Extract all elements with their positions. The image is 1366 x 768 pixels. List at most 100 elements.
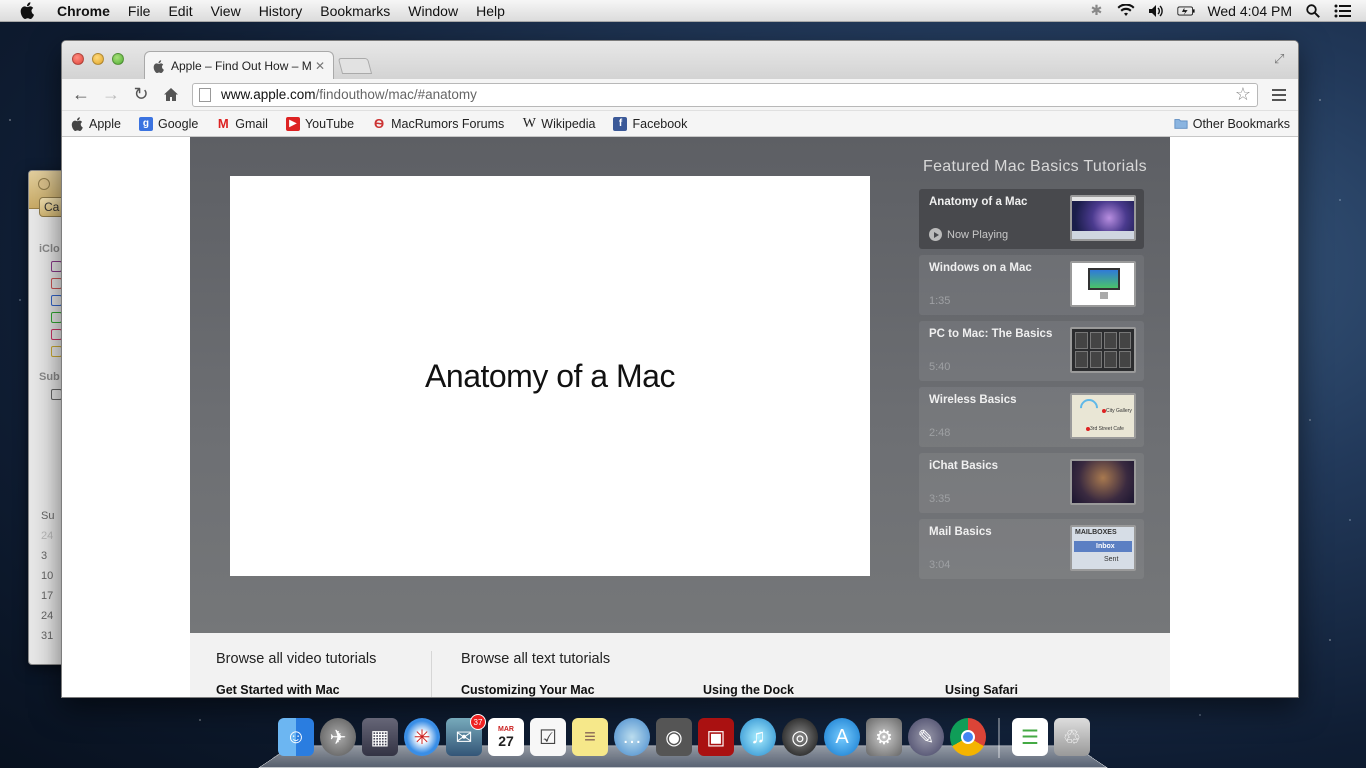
thumbnail-keyboard [1070,327,1136,373]
browse-video-link[interactable]: Browse all video tutorials [216,651,376,667]
play-icon [929,228,942,241]
app-store-icon[interactable]: A [824,718,860,756]
bookmark-google[interactable]: g Google [138,116,198,131]
battery-icon[interactable] [1177,3,1196,19]
browser-tab[interactable]: Apple – Find Out How – Ma ✕ [144,51,334,79]
script-editor-icon[interactable]: ✎ [908,718,944,756]
finder-icon[interactable]: ☺ [278,718,314,756]
window-controls [72,53,124,65]
bookmark-label: Apple [89,116,121,131]
minimize-window-button[interactable] [92,53,104,65]
spotlight-search-icon[interactable] [1304,3,1322,19]
playlist-item-title: iChat Basics [929,460,999,472]
fullscreen-icon[interactable]: ⤢ [1274,51,1288,66]
get-started-link[interactable]: Get Started with Mac [216,683,340,697]
thumbnail-desktop [1070,195,1136,241]
clock[interactable]: Wed 4:04 PM [1207,3,1292,19]
bookmark-youtube[interactable]: ▶ YouTube [285,116,355,131]
playlist-heading: Featured Mac Basics Tutorials [923,158,1147,175]
zoom-window-button[interactable] [112,53,124,65]
reload-button[interactable]: ↻ [128,82,154,108]
sent-label: Sent [1104,556,1119,563]
volume-icon[interactable] [1147,3,1165,19]
notes-icon[interactable]: ≡ [572,718,608,756]
menu-bookmarks[interactable]: Bookmarks [311,0,399,22]
document-icon[interactable]: ☰ [1012,718,1048,756]
address-bar[interactable]: www.apple.com /findouthow/mac/#anatomy ☆ [192,82,1258,107]
playlist-item-duration: 3:04 [929,559,951,571]
other-bookmarks-label: Other Bookmarks [1192,116,1290,131]
mail-icon[interactable]: ✉ 37 [446,714,486,756]
home-button[interactable] [158,82,184,108]
menu-help[interactable]: Help [467,0,514,22]
video-stage: Anatomy of a Mac Featured Mac Basics Tut… [190,137,1170,633]
other-bookmarks[interactable]: Other Bookmarks [1174,117,1290,131]
safari-icon[interactable]: ✳ [404,718,440,756]
launchpad-icon[interactable]: ✈ [320,718,356,756]
calendar-month: MAR [498,725,514,733]
url-path: /findouthow/mac/#anatomy [315,87,477,102]
bookmark-wikipedia[interactable]: W Wikipedia [522,115,596,131]
chrome-menu-icon[interactable] [1266,82,1292,108]
menu-edit[interactable]: Edit [159,0,201,22]
customizing-link[interactable]: Customizing Your Mac [461,683,595,697]
playlist-item[interactable]: Windows on a Mac 1:35 [919,255,1144,315]
tab-title: Apple – Find Out How – Ma [171,58,311,73]
forward-button[interactable]: → [98,82,124,108]
bookmark-macrumors[interactable]: Ѳ MacRumors Forums [372,116,504,131]
menu-history[interactable]: History [250,0,312,22]
calendar-close-button[interactable] [38,178,50,190]
back-button[interactable]: ← [68,82,94,108]
using-safari-link[interactable]: Using Safari [945,683,1018,697]
playlist-item[interactable]: Anatomy of a Mac Now Playing [919,189,1144,249]
playlist-item-duration: 1:35 [929,295,951,307]
dock: ☺ ✈ ▦ ✳ ✉ 37 MAR 27 ☑ ≡ … ◉ ▣ ♫ ◎ A ⚙ ✎ ☰… [258,714,1108,768]
system-preferences-icon[interactable]: ⚙ [866,718,902,756]
apple-icon [70,116,84,131]
bookmark-star-icon[interactable]: ☆ [1235,84,1251,105]
notification-center-icon[interactable] [1334,3,1352,19]
calendar-day: 27 [498,732,514,749]
menu-view[interactable]: View [202,0,250,22]
menu-app-name[interactable]: Chrome [48,0,119,22]
video-player[interactable]: Anatomy of a Mac [230,176,870,576]
apple-favicon-icon [153,59,165,73]
playlist-item-title: Mail Basics [929,526,992,538]
apple-menu-icon[interactable] [18,2,36,20]
facetime-icon[interactable]: ◉ [656,718,692,756]
url-host: www.apple.com [221,87,316,102]
trash-icon[interactable]: ♲ [1054,718,1090,756]
menu-window[interactable]: Window [399,0,467,22]
bookmark-apple[interactable]: Apple [70,117,121,131]
chrome-icon[interactable] [950,718,986,756]
reminders-icon[interactable]: ☑ [530,718,566,756]
bookmark-label: YouTube [304,116,355,131]
playlist-item[interactable]: iChat Basics 3:35 [919,453,1144,513]
playlist-item[interactable]: Mail Basics 3:04 MAILBOXES Inbox Sent [919,519,1144,579]
bookmarks-bar: Apple g Google M Gmail ▶ YouTube Ѳ MacRu… [62,111,1298,137]
menu-file[interactable]: File [119,0,160,22]
playlist-item-title: Windows on a Mac [929,262,1032,274]
playlist-item[interactable]: Wireless Basics 2:48 City Gallery 3rd St… [919,387,1144,447]
wifi-icon[interactable] [1117,3,1135,19]
thumbnail-mailboxes: MAILBOXES Inbox Sent [1070,525,1136,571]
itunes-icon[interactable]: ♫ [740,718,776,756]
wikipedia-icon: W [522,115,536,131]
new-tab-button[interactable] [337,58,373,74]
browse-text-link[interactable]: Browse all text tutorials [461,651,610,667]
using-dock-link[interactable]: Using the Dock [703,683,794,697]
playlist-item[interactable]: PC to Mac: The Basics 5:40 [919,321,1144,381]
bookmark-gmail[interactable]: M Gmail [216,116,268,131]
mission-control-icon[interactable]: ▦ [362,718,398,756]
photo-booth-icon[interactable]: ▣ [698,718,734,756]
playlist-item-duration: 5:40 [929,361,951,373]
messages-icon[interactable]: … [614,718,650,756]
close-tab-icon[interactable]: ✕ [315,59,325,73]
bluetooth-icon[interactable]: ✱ [1087,2,1105,19]
bookmark-facebook[interactable]: f Facebook [613,116,687,131]
map-label: 3rd Street Cafe [1090,426,1124,432]
calendar-icon[interactable]: MAR 27 [488,718,524,756]
browser-window: Apple – Find Out How – Ma ✕ ⤢ ← → ↻ www.… [61,40,1299,698]
dvd-player-icon[interactable]: ◎ [782,718,818,756]
close-window-button[interactable] [72,53,84,65]
